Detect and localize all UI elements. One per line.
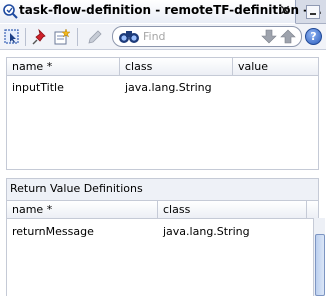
search-box[interactable]	[112, 26, 302, 47]
table-row[interactable]: returnMessage java.lang.String	[7, 223, 307, 241]
minimize-button[interactable]	[306, 5, 320, 19]
task-flow-icon	[3, 4, 18, 19]
table-header: name * class	[7, 201, 318, 219]
new-parameter-icon[interactable]	[53, 28, 71, 46]
search-input[interactable]	[143, 29, 253, 44]
table-header: name * class value	[7, 58, 318, 76]
return-value-definitions-label: Return Value Definitions	[6, 178, 319, 200]
param-value-cell[interactable]	[233, 79, 318, 97]
binoculars-icon[interactable]	[118, 28, 140, 45]
column-header-name[interactable]: name *	[7, 201, 158, 219]
return-class-cell[interactable]: java.lang.String	[158, 223, 307, 241]
vertical-scrollbar[interactable]	[313, 218, 325, 296]
column-header-class[interactable]: class	[120, 58, 233, 76]
return-values-table: name * class returnMessage java.lang.Str…	[6, 200, 319, 296]
help-button[interactable]: ?	[305, 28, 322, 45]
select-usages-icon[interactable]	[3, 28, 21, 46]
toolbar-separator	[25, 28, 26, 46]
edit-pencil-icon[interactable]	[86, 28, 104, 46]
input-parameters-table: name * class value inputTitle java.lang.…	[6, 57, 319, 170]
table-row[interactable]: inputTitle java.lang.String	[7, 79, 318, 97]
toolbar-separator	[77, 28, 78, 46]
editor-tab-bar: task-flow-definition - remoteTF-definiti…	[0, 0, 326, 24]
column-header-class[interactable]: class	[158, 201, 307, 219]
arrow-up-icon[interactable]	[279, 28, 297, 45]
toolbar: ?	[0, 24, 326, 50]
arrow-down-icon[interactable]	[260, 28, 278, 45]
editor-tab[interactable]: task-flow-definition - remoteTF-definiti…	[0, 0, 322, 24]
column-header-name[interactable]: name *	[7, 58, 120, 76]
param-name-cell[interactable]: inputTitle	[7, 79, 120, 97]
pin-icon[interactable]	[31, 28, 49, 46]
close-icon[interactable]: ✕	[277, 3, 293, 19]
column-header-value[interactable]: value	[233, 58, 318, 76]
scrollbar-thumb[interactable]	[315, 234, 325, 296]
param-class-cell[interactable]: java.lang.String	[120, 79, 233, 97]
return-name-cell[interactable]: returnMessage	[7, 223, 158, 241]
